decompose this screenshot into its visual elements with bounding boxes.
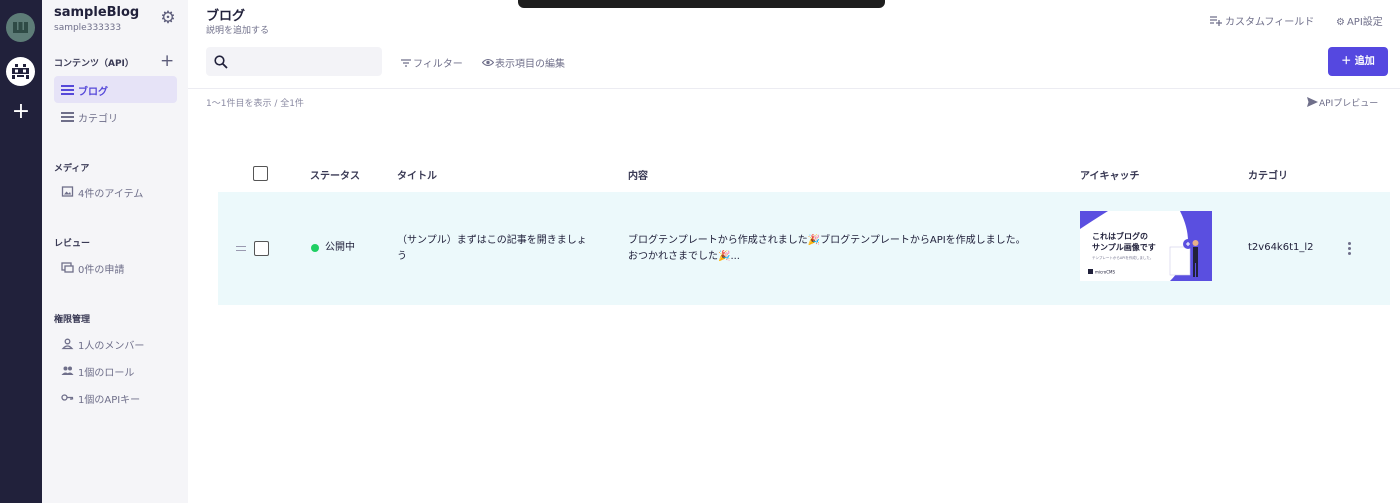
eyecatch-image: これはブログの サンプル画像です テンプレートからAPIを作成しました。 mic… — [1080, 211, 1212, 281]
eye-icon — [481, 58, 495, 70]
list-icon — [61, 110, 74, 123]
row-title-line1: （サンプル）まずはこの記事を開きましょ — [397, 235, 587, 246]
list-icon — [61, 83, 74, 96]
row-checkbox[interactable] — [254, 241, 269, 256]
sidebar-item-label: 1個のAPIキー — [78, 395, 141, 406]
gear-icon[interactable]: ⚙ — [159, 9, 177, 27]
search-input[interactable] — [206, 47, 382, 76]
key-icon — [61, 391, 74, 404]
sidebar: sampleBlog sample333333 ⚙ コンテンツ（API） + ブ… — [42, 0, 188, 503]
service-avatar[interactable] — [6, 57, 35, 86]
row-category: t2v64k6t1_l2 — [1248, 242, 1314, 253]
add-service-icon[interactable]: + — [0, 99, 42, 125]
sidebar-item-label: 0件の申請 — [78, 265, 125, 276]
custom-field-link[interactable]: カスタムフィールド — [1210, 13, 1314, 29]
filter-label: フィルター — [413, 59, 463, 70]
filter-icon — [401, 59, 411, 70]
workspace-avatar[interactable] — [6, 13, 35, 42]
review-icon — [61, 261, 74, 274]
row-title[interactable]: （サンプル）まずはこの記事を開きましょ う — [397, 233, 597, 265]
sidebar-item-apikeys[interactable]: 1個のAPIキー — [54, 384, 177, 411]
column-eyecatch[interactable]: アイキャッチ — [1080, 167, 1140, 182]
edit-columns-label: 表示項目の編集 — [495, 59, 565, 70]
eyecatch-thumbnail[interactable]: これはブログの サンプル画像です テンプレートからAPIを作成しました。 mic… — [1080, 211, 1212, 281]
image-icon — [61, 185, 74, 198]
people-icon — [61, 364, 74, 377]
eyecatch-title1: これはブログの — [1092, 231, 1148, 241]
sidebar-item-review[interactable]: 0件の申請 — [54, 254, 177, 281]
sidebar-item-label: 4件のアイテム — [78, 189, 144, 200]
select-all-checkbox[interactable] — [253, 166, 268, 181]
playlist-add-icon — [1210, 16, 1222, 29]
sidebar-item-category[interactable]: カテゴリ — [54, 103, 177, 130]
column-category[interactable]: カテゴリ — [1248, 167, 1288, 182]
status-dot — [311, 244, 319, 252]
media-section-label: メディア — [54, 164, 90, 174]
column-title[interactable]: タイトル — [397, 167, 437, 182]
send-icon — [1307, 97, 1318, 110]
page-description[interactable]: 説明を追加する — [206, 23, 269, 36]
status-badge: 公開中 — [325, 242, 355, 253]
permission-section-label: 権限管理 — [54, 315, 91, 325]
eyecatch-brand: microCMS — [1095, 270, 1115, 275]
content-section-label: コンテンツ（API） — [54, 59, 134, 69]
service-name: sampleBlog — [54, 5, 140, 20]
result-count: 1〜1件目を表示 / 全1件 — [206, 99, 304, 109]
window-overlay-bar — [518, 0, 885, 8]
add-content-button[interactable]: ＋ 追加 — [1328, 47, 1388, 76]
sidebar-item-label: 1人のメンバー — [78, 341, 145, 352]
service-id: sample333333 — [54, 23, 122, 33]
sidebar-item-label: 1個のロール — [78, 368, 135, 379]
sidebar-item-label: ブログ — [78, 87, 108, 98]
page-title: ブログ — [206, 9, 246, 24]
person-icon — [61, 337, 74, 350]
row-content-line2: おつかれさまでした🎉... — [628, 251, 740, 262]
sidebar-item-media[interactable]: 4件のアイテム — [54, 178, 177, 205]
gear-icon: ⚙ — [1336, 17, 1345, 28]
api-settings-link[interactable]: ⚙ API設定 — [1336, 13, 1383, 28]
header-divider — [188, 88, 1400, 89]
filter-button[interactable]: フィルター — [401, 55, 463, 70]
api-settings-label: API設定 — [1346, 17, 1383, 28]
sidebar-item-roles[interactable]: 1個のロール — [54, 357, 177, 384]
sidebar-item-members[interactable]: 1人のメンバー — [54, 330, 177, 357]
edit-columns-button[interactable]: 表示項目の編集 — [481, 55, 565, 70]
row-title-line2: う — [397, 251, 407, 262]
row-content-line1: ブログテンプレートから作成されました🎉ブログテンプレートからAPIを作成しました… — [628, 235, 1026, 246]
column-status[interactable]: ステータス — [310, 167, 360, 182]
eyecatch-subtitle: テンプレートからAPIを作成しました。 — [1092, 255, 1153, 260]
more-options-icon[interactable] — [1348, 242, 1352, 257]
search-icon — [214, 54, 228, 69]
review-section-label: レビュー — [54, 239, 91, 249]
api-preview-label: APIプレビュー — [1319, 99, 1379, 109]
workspace-rail: + — [0, 0, 42, 503]
sidebar-item-blog[interactable]: ブログ — [54, 76, 177, 103]
api-preview-link[interactable]: APIプレビュー — [1307, 96, 1378, 110]
drag-handle-icon[interactable] — [236, 246, 246, 251]
eyecatch-title2: サンプル画像です — [1092, 242, 1156, 252]
add-api-icon[interactable]: + — [160, 52, 174, 70]
row-content: ブログテンプレートから作成されました🎉ブログテンプレートからAPIを作成しました… — [628, 233, 1058, 265]
column-content[interactable]: 内容 — [628, 167, 648, 182]
custom-field-label: カスタムフィールド — [1225, 17, 1315, 28]
sidebar-item-label: カテゴリ — [78, 114, 118, 125]
